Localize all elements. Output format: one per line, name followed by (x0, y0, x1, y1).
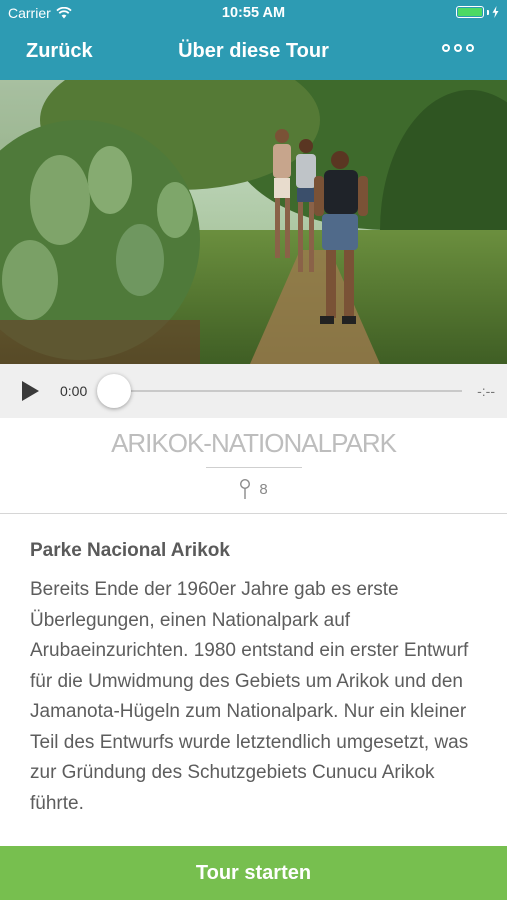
status-time: 10:55 AM (221, 5, 286, 21)
battery-icon (456, 6, 484, 18)
title-divider (206, 467, 302, 468)
start-tour-button[interactable]: Tour starten (0, 846, 507, 900)
progress-knob[interactable] (97, 374, 131, 408)
progress-track[interactable] (114, 390, 462, 392)
back-button[interactable]: Zurück (26, 40, 93, 63)
audio-player: 0:00 -:-- (0, 364, 507, 418)
charging-bolt-icon (492, 6, 499, 18)
section-divider (0, 513, 507, 514)
remaining-time: -:-- (477, 383, 495, 399)
stops-count: 8 (0, 478, 507, 500)
tour-name: ARIKOK-NATIONALPARK (111, 428, 397, 458)
tour-hero-image (0, 80, 507, 364)
article-heading: Parke Nacional Arikok (30, 540, 230, 561)
article-body: Bereits Ende der 1960er Jahre gab es ers… (30, 579, 469, 814)
more-icon[interactable] (442, 44, 474, 52)
stops-count-label: 8 (259, 480, 268, 498)
current-time: 0:00 (60, 383, 88, 399)
navigation-header: Carrier 10:55 AM Zurück Über diese Tour (0, 0, 507, 80)
play-icon[interactable] (22, 381, 39, 401)
battery-indicator (456, 6, 499, 18)
status-bar: Carrier 10:55 AM (0, 0, 507, 28)
location-pin-icon (240, 478, 251, 499)
tour-description: Parke Nacional Arikok Bereits Ende der 1… (30, 540, 480, 846)
